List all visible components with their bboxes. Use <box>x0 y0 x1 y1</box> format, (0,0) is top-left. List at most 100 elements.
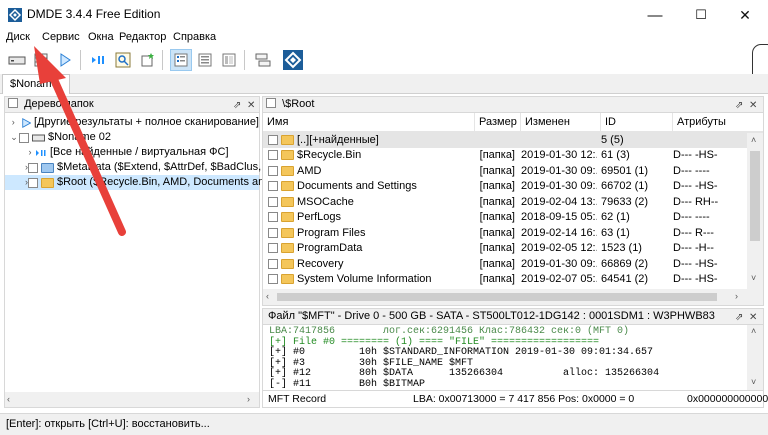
cell-attributes: D--- -HS- <box>673 273 718 286</box>
drive-icon[interactable] <box>6 49 28 71</box>
chevron-right-icon[interactable]: › <box>9 115 18 130</box>
copy-icon[interactable] <box>252 49 274 71</box>
play-icon <box>21 117 31 128</box>
menu-disk[interactable]: Диск <box>4 30 32 46</box>
list-checkbox[interactable] <box>266 98 276 109</box>
scroll-down-icon[interactable]: ˅ <box>751 377 756 387</box>
tree-item[interactable]: › [Все найденные / виртуальная ФС] <box>5 145 259 160</box>
row-checkbox[interactable] <box>268 196 278 207</box>
table-row[interactable]: $Recycle.Bin [папка] 2019-01-30 12:... 61 (… <box>263 148 763 164</box>
table-row[interactable]: System Volume Information [папка] 2019-02-… <box>263 272 763 288</box>
row-name: Recovery <box>297 257 344 270</box>
menu-editor[interactable]: Редактор <box>117 30 168 46</box>
folder-icon <box>281 274 294 285</box>
table-row[interactable]: Program Files [папка] 2019-02-14 16:... 63 … <box>263 225 763 241</box>
tree-hscrollbar[interactable]: ‹ › <box>5 392 259 407</box>
hex-vscrollbar[interactable]: ˄ ˅ <box>747 325 763 390</box>
scroll-left-icon[interactable]: ‹ <box>266 291 269 301</box>
list-panel-header: \$Root ⇗ ✕ <box>263 97 763 113</box>
row-checkbox[interactable] <box>268 181 278 192</box>
cell-name: Documents and Settings <box>263 180 475 192</box>
tree-checkbox[interactable] <box>8 98 18 109</box>
tree-item-label: [Другие результаты + полное сканирование… <box>33 116 259 128</box>
row-checkbox[interactable] <box>268 165 278 176</box>
column-name[interactable]: Имя <box>263 113 475 131</box>
tree-item[interactable]: › [Другие результаты + полное сканирован… <box>5 115 259 130</box>
row-checkbox[interactable] <box>268 227 278 238</box>
tree-item[interactable]: › $MetaData ($Extend, $AttrDef, $BadClus… <box>5 160 278 175</box>
play-icon[interactable] <box>54 49 76 71</box>
hex-status-lba: LBA: 0x00713000 = 7 417 856 Pos: 0x0000 … <box>413 393 635 405</box>
tree-item-checkbox[interactable] <box>28 162 38 173</box>
tab-noname[interactable]: $Noname 02 <box>2 74 70 109</box>
tree-view-icon[interactable] <box>170 49 192 71</box>
partitions-icon[interactable] <box>30 49 52 71</box>
menu-help[interactable]: Справка <box>171 30 218 46</box>
cell-name: MSOCache <box>263 196 475 208</box>
chevron-down-icon[interactable]: ⌄ <box>9 130 19 145</box>
pin-icon[interactable]: ⇗ <box>735 98 743 112</box>
dmde-logo-icon[interactable] <box>282 49 304 71</box>
table-row[interactable]: [..][+найденные] 5 (5) <box>263 132 763 148</box>
dmde-app-icon <box>8 8 22 22</box>
table-row[interactable]: AMD [папка] 2019-01-30 09:... 69501 (1) D---… <box>263 163 763 179</box>
maximize-button[interactable]: ☐ <box>678 0 724 30</box>
cell-name: Recovery <box>263 258 475 270</box>
chevron-right-icon[interactable]: › <box>25 145 35 160</box>
hex-line: [+] #0 10h $STANDARD_INFORMATION 2019-01… <box>269 347 654 358</box>
row-checkbox[interactable] <box>268 243 278 254</box>
scroll-up-icon[interactable]: ˄ <box>751 135 756 145</box>
scroll-up-icon[interactable]: ˄ <box>751 326 756 336</box>
tree-item[interactable]: ⌄ $Noname 02 <box>5 130 259 145</box>
minimize-button[interactable]: — <box>632 0 678 30</box>
scroll-right-icon[interactable]: › <box>247 394 250 404</box>
table-row[interactable]: MSOCache [папка] 2019-02-04 13:... 79633 (2… <box>263 194 763 210</box>
tree-item-checkbox[interactable] <box>19 132 29 143</box>
row-checkbox[interactable] <box>268 212 278 223</box>
list-hscrollbar[interactable]: ‹ › <box>263 289 747 305</box>
details-view-icon[interactable] <box>218 49 240 71</box>
tree-item-selected[interactable]: › $Root ($Recycle.Bin, AMD, Documents an… <box>5 175 270 190</box>
row-name: Program Files <box>297 226 366 239</box>
menu-service[interactable]: Сервис <box>40 30 82 46</box>
cell-size: [папка] <box>479 242 515 255</box>
close-icon[interactable]: ✕ <box>749 310 757 324</box>
folder-icon <box>281 150 294 161</box>
tree-item-checkbox[interactable] <box>28 177 38 188</box>
column-size[interactable]: Размер <box>475 113 521 131</box>
row-checkbox[interactable] <box>268 150 278 161</box>
scroll-left-icon[interactable]: ‹ <box>7 394 10 404</box>
menu-windows[interactable]: Окна <box>86 30 116 46</box>
close-icon[interactable]: ✕ <box>749 98 757 112</box>
scroll-down-icon[interactable]: ˅ <box>751 273 756 283</box>
row-checkbox[interactable] <box>268 274 278 285</box>
row-checkbox[interactable] <box>268 258 278 269</box>
cell-id: 64541 (2) <box>601 273 649 286</box>
table-row[interactable]: Recovery [папка] 2019-01-30 09:... 66869 (2… <box>263 256 763 272</box>
pin-icon[interactable]: ⇗ <box>233 98 241 112</box>
cell-name: [..][+найденные] <box>263 134 475 146</box>
search-icon[interactable] <box>112 49 134 71</box>
scroll-right-icon[interactable]: › <box>735 291 738 301</box>
cell-name: AMD <box>263 165 475 177</box>
column-attributes[interactable]: Атрибуты <box>673 113 739 131</box>
table-row[interactable]: ProgramData [папка] 2019-02-05 12:... 1523 … <box>263 241 763 257</box>
table-row[interactable]: PerfLogs [папка] 2018-09-15 05:... 62 (1) D-… <box>263 210 763 226</box>
close-icon[interactable]: ✕ <box>247 98 255 112</box>
folder-icon <box>281 212 294 223</box>
goto-icon[interactable] <box>88 49 110 71</box>
scroll-thumb[interactable] <box>750 151 760 241</box>
pin-icon[interactable]: ⇗ <box>735 310 743 324</box>
column-modified[interactable]: Изменен <box>521 113 601 131</box>
hex-body[interactable]: LBA:7417856 лог.сек:6291456 Клас:786432 … <box>263 325 763 390</box>
folder-icon <box>281 243 294 254</box>
cell-modified: 2019-01-30 09:... <box>521 180 597 193</box>
scroll-thumb[interactable] <box>277 293 717 301</box>
new-icon[interactable] <box>136 49 158 71</box>
close-button[interactable]: ✕ <box>722 0 768 30</box>
table-row[interactable]: Documents and Settings [папка] 2019-01-30 … <box>263 179 763 195</box>
list-view-icon[interactable] <box>194 49 216 71</box>
column-id[interactable]: ID <box>601 113 673 131</box>
row-checkbox[interactable] <box>268 134 278 145</box>
list-vscrollbar[interactable]: ˄ ˅ <box>747 133 763 305</box>
